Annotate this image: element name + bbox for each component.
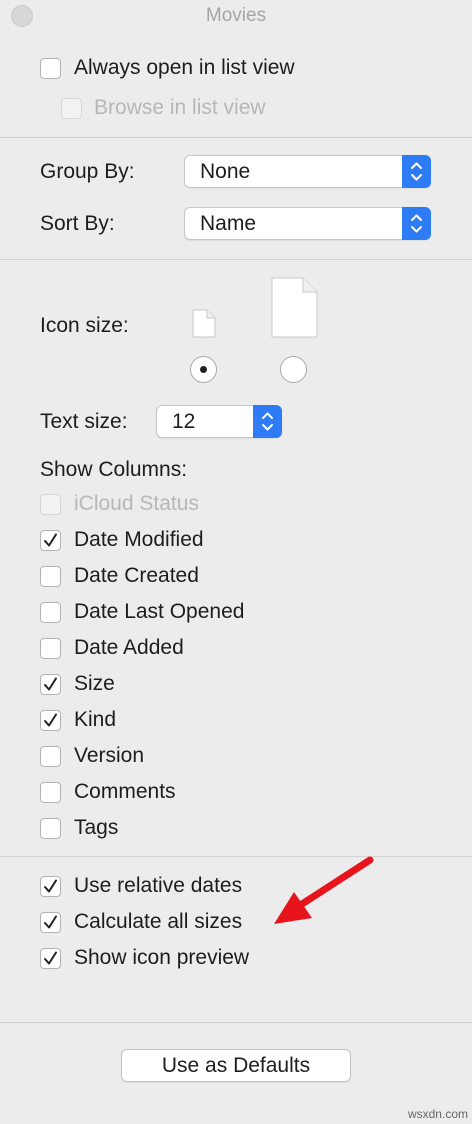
use-as-defaults-button[interactable]: Use as Defaults [121, 1049, 351, 1082]
use-relative-dates-checkbox[interactable] [40, 876, 61, 897]
divider [0, 259, 472, 260]
text-size-popup[interactable]: 12 [156, 405, 282, 438]
divider [0, 137, 472, 138]
checkmark-icon [44, 879, 57, 893]
large-document-icon [271, 277, 318, 338]
kind-label: Kind [74, 708, 117, 731]
icon-size-small-radio[interactable] [190, 356, 217, 383]
group-by-label: Group By: [40, 160, 135, 183]
date-modified-label: Date Modified [74, 528, 204, 551]
tags-checkbox[interactable] [40, 818, 61, 839]
divider [0, 856, 472, 857]
text-size-label: Text size: [40, 410, 128, 433]
date-last-opened-checkbox[interactable] [40, 602, 61, 623]
icon-size-large-radio[interactable] [280, 356, 307, 383]
date-added-checkbox[interactable] [40, 638, 61, 659]
browse-list-label: Browse in list view [94, 96, 266, 119]
always-open-list-checkbox[interactable] [40, 58, 61, 79]
checkmark-icon [44, 951, 57, 965]
checkmark-icon [44, 677, 57, 691]
calculate-all-sizes-checkbox[interactable] [40, 912, 61, 933]
version-label: Version [74, 744, 145, 767]
tags-label: Tags [74, 816, 119, 839]
checkmark-icon [44, 713, 57, 727]
radio-selected-dot [200, 366, 207, 373]
divider [0, 1022, 472, 1023]
calculate-all-sizes-label: Calculate all sizes [74, 910, 243, 933]
group-by-popup[interactable]: None [184, 155, 431, 188]
text-size-value: 12 [172, 410, 196, 433]
comments-checkbox[interactable] [40, 782, 61, 803]
checkmark-icon [44, 533, 57, 547]
sort-by-popup[interactable]: Name [184, 207, 431, 240]
icloud-status-checkbox [40, 494, 61, 515]
red-arrow-icon [274, 856, 374, 924]
show-icon-preview-label: Show icon preview [74, 946, 250, 969]
show-icon-preview-checkbox[interactable] [40, 948, 61, 969]
group-by-value: None [200, 160, 251, 183]
date-created-label: Date Created [74, 564, 199, 587]
view-options-window: Movies Always open in list view Browse i… [0, 0, 472, 1124]
icon-size-label: Icon size: [40, 314, 129, 337]
date-last-opened-label: Date Last Opened [74, 600, 245, 623]
watermark: wsxdn.com [407, 1107, 468, 1121]
small-document-icon [192, 309, 216, 338]
version-checkbox[interactable] [40, 746, 61, 767]
checkmark-icon [44, 915, 57, 929]
use-relative-dates-label: Use relative dates [74, 874, 243, 897]
size-checkbox[interactable] [40, 674, 61, 695]
show-columns-label: Show Columns: [40, 458, 188, 481]
popup-arrows-icon [402, 155, 431, 188]
size-label: Size [74, 672, 115, 695]
title-bar: Movies [0, 0, 472, 32]
comments-label: Comments [74, 780, 176, 803]
sort-by-value: Name [200, 212, 257, 235]
sort-by-label: Sort By: [40, 212, 115, 235]
popup-arrows-icon [253, 405, 282, 438]
window-title: Movies [205, 5, 267, 26]
popup-arrows-icon [402, 207, 431, 240]
date-modified-checkbox[interactable] [40, 530, 61, 551]
always-open-list-label: Always open in list view [74, 56, 295, 79]
date-created-checkbox[interactable] [40, 566, 61, 587]
kind-checkbox[interactable] [40, 710, 61, 731]
icloud-status-label: iCloud Status [74, 492, 199, 515]
date-added-label: Date Added [74, 636, 184, 659]
browse-list-checkbox [61, 98, 82, 119]
